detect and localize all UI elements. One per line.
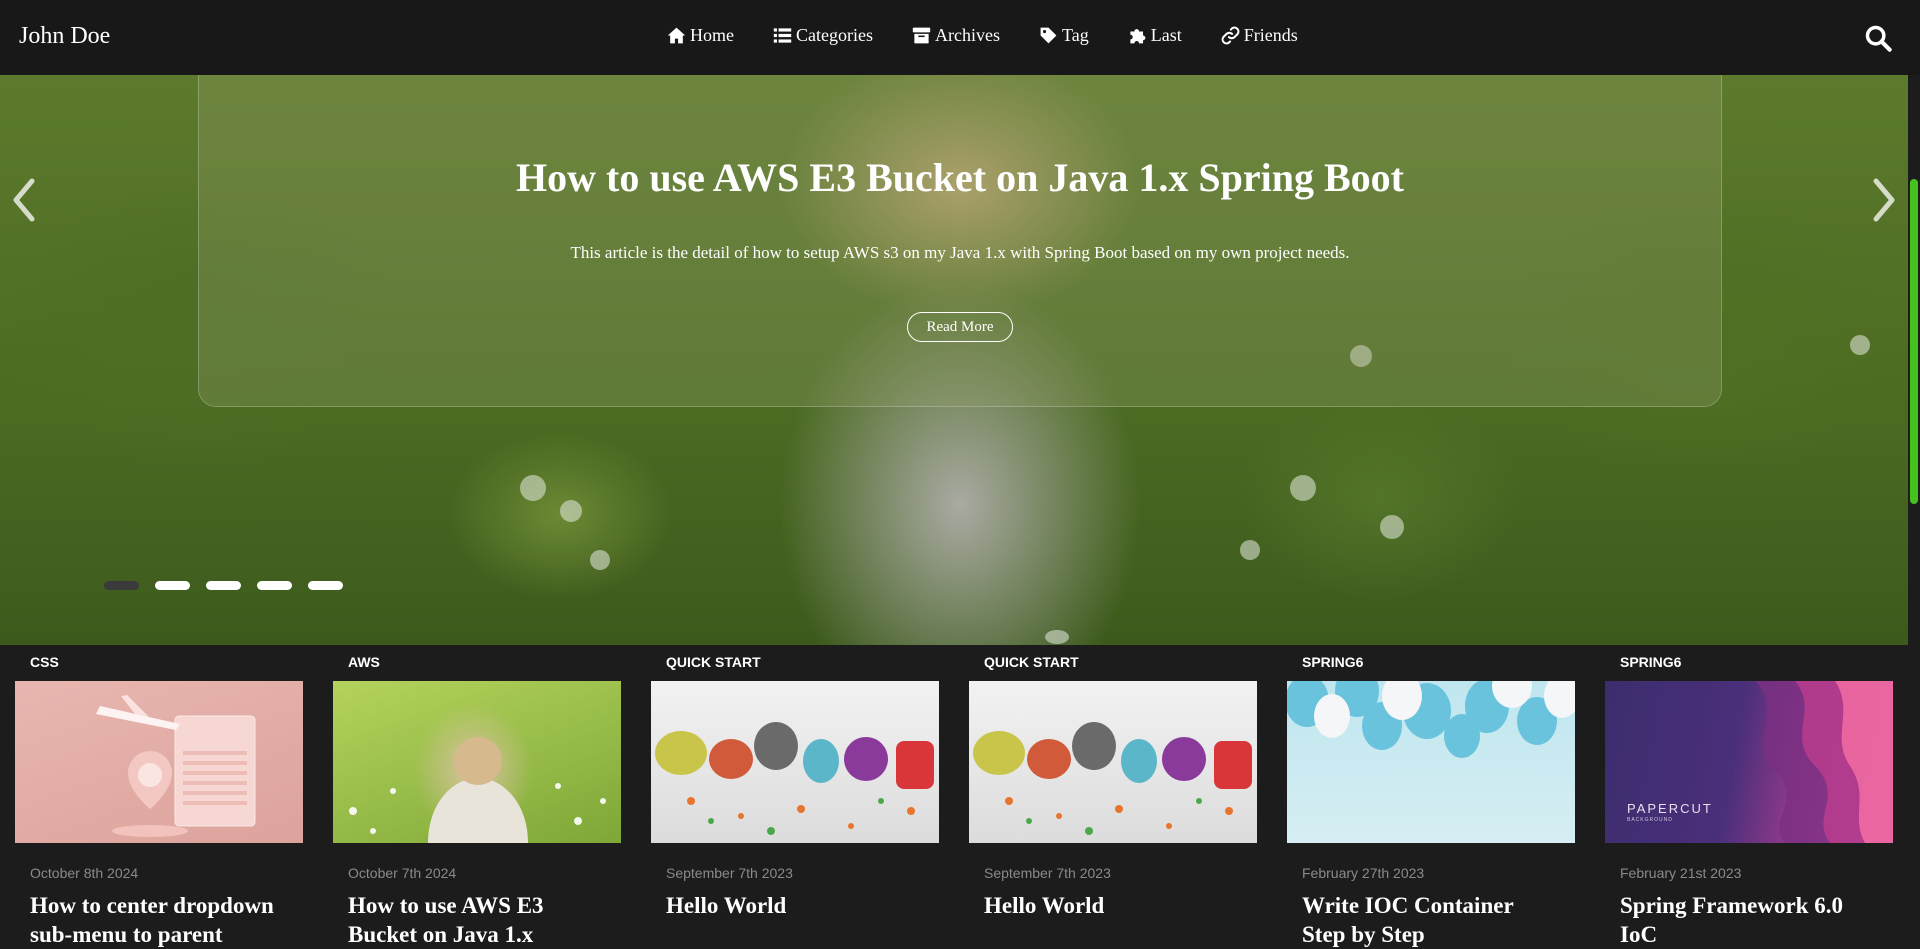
post-date: February 27th 2023	[1302, 865, 1425, 881]
post-title[interactable]: Write IOC Container Step by Step	[1287, 891, 1562, 949]
post-card: QUICK START September 7th 2023 Hello Wor…	[651, 645, 939, 949]
emotion-letters-thumbnail-art	[973, 722, 1252, 835]
flower-decoration	[1045, 630, 1069, 644]
person-flowers-thumbnail-art	[349, 737, 606, 843]
papercut-subtitle: BACKGROUND	[1627, 817, 1673, 823]
puzzle-icon	[1130, 29, 1146, 44]
emotion-letters-thumbnail-art	[655, 722, 934, 835]
hero-description: This article is the detail of how to set…	[570, 243, 1350, 262]
search-icon	[1865, 25, 1892, 52]
post-date: October 7th 2024	[348, 865, 457, 881]
carousel-next-button[interactable]	[1870, 175, 1900, 225]
search-button[interactable]	[1864, 24, 1892, 52]
balloons-thumbnail-art	[1287, 681, 1575, 758]
post-title[interactable]: Spring Framework 6.0 IoC	[1605, 891, 1880, 949]
main-menu: Home Categories Archives Tag Last Friend…	[667, 25, 1337, 46]
flower-decoration	[1290, 475, 1316, 501]
scrollbar-thumb[interactable]	[1910, 179, 1918, 504]
post-date: February 21st 2023	[1620, 865, 1742, 881]
nav-item-home[interactable]: Home	[667, 25, 734, 46]
nav-item-tag[interactable]: Tag	[1039, 25, 1089, 46]
nav-item-last[interactable]: Last	[1128, 25, 1182, 46]
read-more-button[interactable]: Read More	[907, 312, 1013, 342]
post-category[interactable]: SPRING6	[1287, 645, 1575, 681]
post-thumbnail[interactable]: PAPERCUT BACKGROUND	[1605, 681, 1893, 843]
nav-item-friends[interactable]: Friends	[1221, 25, 1298, 46]
hero-carousel: How to use AWS E3 Bucket on Java 1.x Spr…	[0, 75, 1908, 645]
nav-item-label: Categories	[796, 25, 873, 45]
post-card-list: CSS October 8th 2024 How to center dropd…	[15, 645, 1893, 949]
post-title[interactable]: How to center dropdown sub-menu to paren…	[15, 891, 290, 949]
airplane-thumbnail-art	[96, 695, 256, 837]
post-card: SPRING6 PAPERCUT BACKGROUND February 21s…	[1605, 645, 1893, 949]
post-category[interactable]: QUICK START	[969, 645, 1257, 681]
nav-item-label: Home	[690, 25, 734, 45]
post-date: September 7th 2023	[666, 865, 793, 881]
carousel-indicator[interactable]	[257, 581, 292, 590]
post-thumbnail[interactable]	[651, 681, 939, 843]
archive-icon	[912, 27, 931, 44]
carousel-indicator[interactable]	[155, 581, 190, 590]
post-thumbnail[interactable]	[15, 681, 303, 843]
post-title[interactable]: Hello World	[651, 891, 926, 920]
flower-decoration	[1240, 540, 1260, 560]
carousel-indicator[interactable]	[206, 581, 241, 590]
post-date: October 8th 2024	[30, 865, 139, 881]
home-icon	[667, 27, 686, 44]
carousel-indicator[interactable]	[104, 581, 139, 590]
post-card: SPRING6 February 27th 2023 Write IOC Con…	[1287, 645, 1575, 949]
flower-decoration	[590, 550, 610, 570]
nav-item-label: Tag	[1061, 25, 1089, 45]
post-thumbnail[interactable]	[1287, 681, 1575, 843]
hero-caption-panel: How to use AWS E3 Bucket on Java 1.x Spr…	[198, 75, 1722, 407]
post-card: QUICK START September 7th 2023 Hello Wor…	[969, 645, 1257, 949]
nav-item-label: Archives	[934, 25, 1000, 45]
flower-decoration	[560, 500, 582, 522]
post-category[interactable]: AWS	[333, 645, 621, 681]
post-thumbnail[interactable]	[333, 681, 621, 843]
site-brand[interactable]: John Doe	[19, 23, 110, 50]
post-card: AWS October 7th 2024 How to use AWS E3 B…	[333, 645, 621, 949]
post-card: CSS October 8th 2024 How to center dropd…	[15, 645, 303, 949]
nav-item-archives[interactable]: Archives	[912, 25, 1000, 46]
carousel-prev-button[interactable]	[8, 175, 38, 225]
chevron-right-icon	[1873, 178, 1895, 222]
list-icon	[773, 28, 792, 43]
nav-item-label: Friends	[1243, 25, 1298, 45]
papercut-title: PAPERCUT	[1627, 801, 1713, 816]
post-thumbnail[interactable]	[969, 681, 1257, 843]
flower-decoration	[1850, 335, 1870, 355]
flower-decoration	[1380, 515, 1404, 539]
post-date: September 7th 2023	[984, 865, 1111, 881]
nav-item-categories[interactable]: Categories	[773, 25, 873, 46]
carousel-indicator[interactable]	[308, 581, 343, 590]
link-icon	[1221, 26, 1240, 45]
post-title[interactable]: How to use AWS E3 Bucket on Java 1.x	[333, 891, 608, 949]
post-category[interactable]: QUICK START	[651, 645, 939, 681]
post-category[interactable]: CSS	[15, 645, 303, 681]
post-category[interactable]: SPRING6	[1605, 645, 1893, 681]
chevron-left-icon	[13, 178, 35, 222]
flower-decoration	[520, 475, 546, 501]
tag-icon	[1040, 27, 1057, 44]
top-navbar: John Doe Home Categories Archives Tag La…	[0, 0, 1920, 75]
nav-item-label: Last	[1150, 25, 1182, 45]
hero-title[interactable]: How to use AWS E3 Bucket on Java 1.x Spr…	[199, 154, 1721, 201]
post-title[interactable]: Hello World	[969, 891, 1244, 920]
carousel-indicators	[104, 581, 359, 590]
page-scrollbar[interactable]	[1908, 75, 1920, 945]
